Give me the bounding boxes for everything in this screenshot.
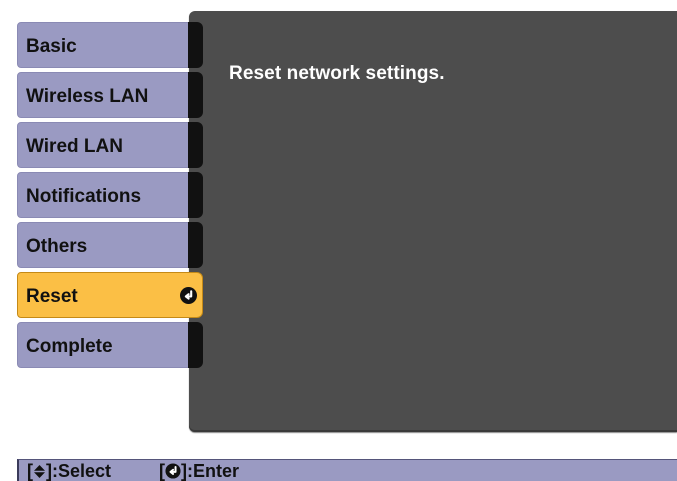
menu-tab: Basic	[17, 22, 189, 68]
menu-item-label: Reset	[26, 286, 78, 307]
enter-icon	[180, 287, 197, 304]
menu-item-complete[interactable]: Complete	[17, 322, 203, 368]
projector-network-menu-screen: Reset network settings. Basic Wireless L…	[0, 0, 677, 481]
menu-item-label: Complete	[26, 336, 113, 357]
menu-item-label: Wired LAN	[26, 136, 123, 157]
menu-tab: Others	[17, 222, 189, 268]
menu-tab-edge	[188, 22, 203, 68]
menu-item-wireless-lan[interactable]: Wireless LAN	[17, 72, 203, 118]
menu-item-label: Wireless LAN	[26, 86, 149, 107]
settings-panel: Reset network settings.	[189, 11, 677, 432]
help-enter-label: ]:Enter	[181, 461, 239, 481]
menu-tab-selected: Reset	[17, 272, 203, 318]
up-down-arrow-icon	[33, 463, 46, 481]
help-enter: []:Enter	[159, 461, 239, 481]
menu-item-wired-lan[interactable]: Wired LAN	[17, 122, 203, 168]
menu-item-label: Notifications	[26, 186, 142, 207]
help-select: []:Select	[27, 461, 111, 481]
menu-tab-edge	[188, 122, 203, 168]
menu-tab: Notifications	[17, 172, 189, 218]
panel-message: Reset network settings.	[229, 63, 445, 84]
menu-item-label: Others	[26, 236, 88, 257]
menu-tab-edge	[188, 322, 203, 368]
menu-item-label: Basic	[26, 36, 77, 57]
menu-tab-edge	[188, 72, 203, 118]
enter-icon	[165, 463, 181, 481]
menu-tab-edge	[188, 172, 203, 218]
menu-item-reset[interactable]: Reset	[17, 272, 203, 318]
menu-item-others[interactable]: Others	[17, 222, 203, 268]
settings-menu: Basic Wireless LAN Wired LAN Notificatio…	[17, 22, 203, 372]
help-bar: []:Select []:Enter	[17, 459, 677, 481]
menu-item-basic[interactable]: Basic	[17, 22, 203, 68]
menu-item-notifications[interactable]: Notifications	[17, 172, 203, 218]
menu-tab: Wired LAN	[17, 122, 189, 168]
menu-tab-edge	[188, 222, 203, 268]
help-select-label: ]:Select	[46, 461, 112, 481]
menu-tab: Wireless LAN	[17, 72, 189, 118]
menu-tab: Complete	[17, 322, 189, 368]
